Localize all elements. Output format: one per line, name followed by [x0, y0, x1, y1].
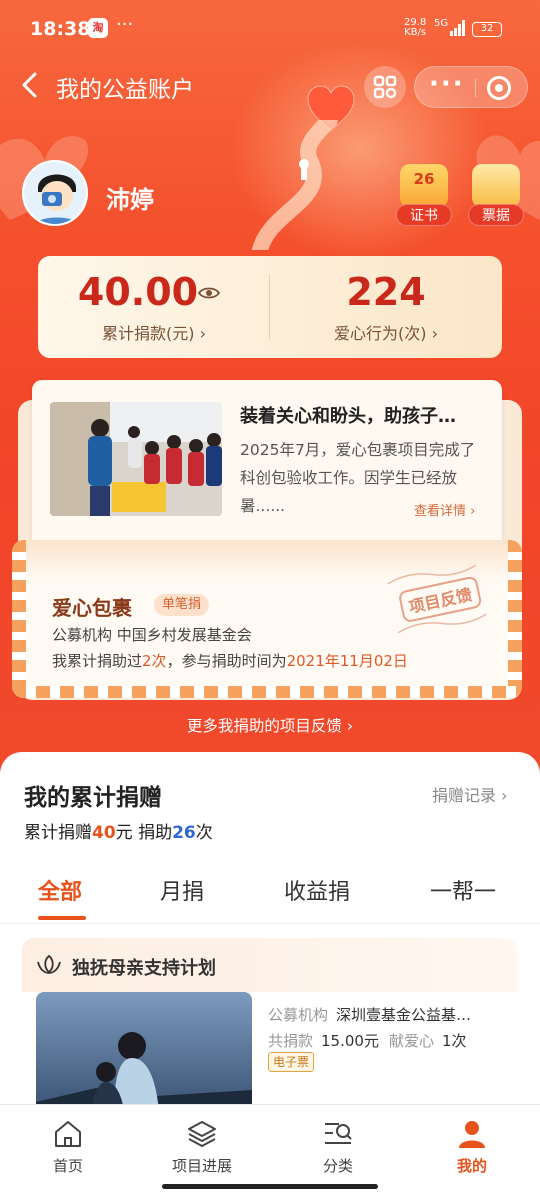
tab-monthly[interactable]: 月捐: [160, 874, 204, 906]
news-photo: [50, 402, 222, 516]
top-nav: 我的公益账户 ···: [0, 60, 540, 112]
news-detail-link[interactable]: 查看详情 ›: [414, 500, 475, 519]
receipt-icon: [472, 164, 520, 208]
qr-code-icon: [373, 75, 397, 99]
status-bar: 18:38 淘 ··· 29.8 KB/s 5G 32: [0, 0, 540, 60]
status-time: 18:38: [30, 18, 91, 40]
project-name: 爱心包裹: [52, 596, 132, 620]
airmail-stripe: [12, 540, 26, 698]
tabbar-progress[interactable]: 项目进展: [152, 1119, 252, 1176]
donation-records-link[interactable]: 捐赠记录 ›: [432, 782, 508, 806]
page-title: 我的公益账户: [56, 77, 194, 103]
home-indicator: [162, 1184, 378, 1189]
news-photo-image: [50, 402, 222, 516]
scan-button[interactable]: [364, 66, 406, 108]
layers-icon: [188, 1121, 216, 1148]
user-name: 沛婷: [106, 186, 154, 214]
signal-type: 5G: [434, 18, 449, 29]
eye-icon[interactable]: [198, 286, 220, 300]
project-card-header: 独抚母亲支持计划: [22, 938, 518, 992]
news-title: 装着关心和盼头，助孩子…: [240, 406, 456, 427]
donation-label: 累计捐款(元) ›: [102, 324, 206, 343]
tabbar-home[interactable]: 首页: [18, 1119, 118, 1176]
tabbar-label: 项目进展: [171, 1157, 232, 1175]
tab-income[interactable]: 收益捐: [284, 874, 350, 906]
actions-label: 爱心行为(次) ›: [334, 324, 438, 343]
project-org-row: 公募机构 深圳壹基金公益基…: [268, 1006, 472, 1024]
path-decoration: [252, 120, 338, 250]
tabbar-category[interactable]: 分类: [288, 1119, 388, 1176]
project-donation-row: 共捐款 15.00元 献爱心 1次: [268, 1032, 467, 1050]
stats-card: 40.00 累计捐款(元) › 224 爱心行为(次) ›: [38, 256, 502, 358]
tabbar-label: 我的: [456, 1157, 487, 1175]
more-notifications-icon: ···: [116, 14, 134, 35]
receipt-label: 票据: [468, 204, 524, 226]
back-icon[interactable]: [18, 70, 42, 100]
project-org: 公募机构 中国乡村发展基金会: [52, 626, 252, 644]
actions-total: 224: [346, 270, 426, 314]
net-speed: 29.8 KB/s: [404, 17, 427, 38]
project-history: 我累计捐助过2次，参与捐助时间为2021年11月02日: [52, 652, 408, 670]
e-ticket-tag: 电子票: [268, 1052, 315, 1072]
project-card-title: 独抚母亲支持计划: [72, 958, 216, 979]
tabbar-mine[interactable]: 我的: [422, 1119, 522, 1176]
donation-tabs: 全部 月捐 收益捐 一帮一: [0, 864, 540, 924]
feedback-news-card[interactable]: 装着关心和盼头，助孩子… 2025年7月，爱心包裹项目完成了科创包验收工作。因学…: [32, 380, 502, 560]
home-icon: [55, 1121, 81, 1147]
signal-bars-icon: [450, 20, 465, 36]
tab-one-to-one[interactable]: 一帮一: [430, 874, 496, 906]
certificate-button[interactable]: 26 证书: [396, 164, 452, 226]
mini-program-capsule: ···: [414, 66, 528, 108]
category-search-icon: [325, 1123, 352, 1144]
airmail-stripe: [508, 540, 522, 698]
actions-stat[interactable]: 224 爱心行为(次) ›: [270, 256, 502, 358]
donation-summary: 累计捐赠40元 捐助26次: [24, 823, 213, 843]
lotus-icon: [37, 954, 61, 974]
certificate-label: 证书: [396, 204, 452, 226]
certificate-count: 26: [413, 170, 435, 188]
capsule-divider: [475, 79, 476, 97]
tab-all[interactable]: 全部: [38, 874, 82, 906]
more-feedback-link[interactable]: 更多我捐助的项目反馈 ›: [0, 714, 540, 736]
avatar[interactable]: [22, 160, 88, 226]
receipt-button[interactable]: 票据: [468, 164, 524, 226]
donation-stat[interactable]: 40.00 累计捐款(元) ›: [38, 256, 270, 358]
more-menu-icon[interactable]: ···: [429, 69, 465, 99]
project-tag: 单笔捐: [154, 594, 210, 616]
app-notification-icon: 淘: [88, 18, 108, 38]
battery-indicator: 32: [472, 22, 502, 37]
tabbar-label: 首页: [52, 1157, 83, 1175]
close-mini-program-icon[interactable]: [487, 76, 511, 100]
tabbar-label: 分类: [322, 1157, 353, 1175]
airmail-stripe: [12, 686, 522, 698]
person-icon: [459, 1121, 485, 1148]
active-tab-indicator: [38, 916, 86, 920]
section-title: 我的累计捐赠: [24, 785, 162, 811]
envelope-front: 爱心包裹 单笔捐 公募机构 中国乡村发展基金会 我累计捐助过2次，参与捐助时间为…: [12, 540, 522, 698]
